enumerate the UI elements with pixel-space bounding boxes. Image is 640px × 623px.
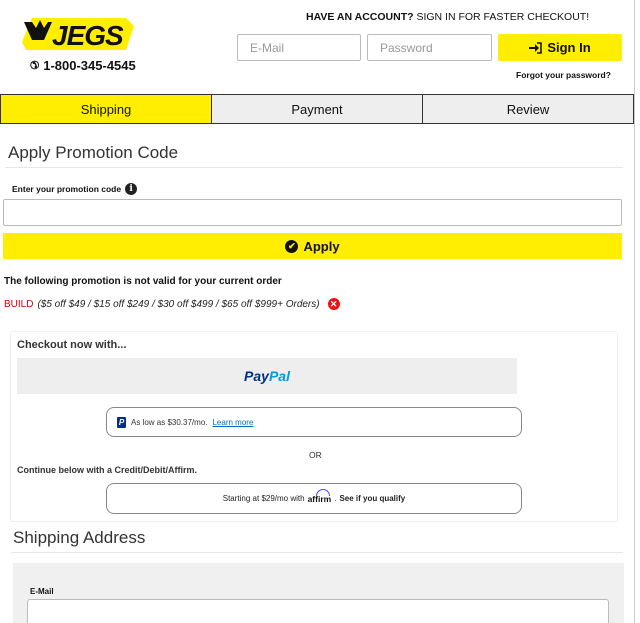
paypal-pal-text: Pal xyxy=(268,368,290,384)
affirm-qualify-link[interactable]: See if you qualify xyxy=(339,494,405,503)
shipping-address-title: Shipping Address xyxy=(13,528,146,547)
info-icon[interactable]: i xyxy=(125,183,138,195)
or-separator: OR xyxy=(309,450,322,460)
page-scrollbar[interactable] xyxy=(634,0,640,623)
divider xyxy=(11,552,623,553)
affirm-promo[interactable]: Starting at $29/mo with affirm. See if y… xyxy=(106,483,522,514)
paypal-icon: P xyxy=(117,416,126,428)
phone-number[interactable]: ✆ 1-800-345-4545 xyxy=(30,58,136,73)
shipping-email-label: E-Mail xyxy=(30,587,54,596)
paypal-button[interactable]: Pay Pal xyxy=(17,358,517,394)
learn-more-link[interactable]: Learn more xyxy=(212,418,253,427)
checkout-steps: Shipping Payment Review xyxy=(0,94,634,124)
logo-text: JEGS xyxy=(52,20,124,51)
paylater-text: As low as $30.37/mo. xyxy=(131,417,208,427)
account-prompt: HAVE AN ACCOUNT? SIGN IN FOR FASTER CHEC… xyxy=(306,11,589,23)
tab-shipping[interactable]: Shipping xyxy=(0,94,212,124)
promo-invalid-message: The following promotion is not valid for… xyxy=(4,276,282,287)
signin-label: Sign In xyxy=(547,40,591,55)
affirm-prefix: Starting at $29/mo with xyxy=(222,494,305,503)
jegs-logo[interactable]: JEGS xyxy=(22,16,136,52)
promo-label-text: Enter your promotion code xyxy=(12,184,122,194)
paypal-pay-text: Pay xyxy=(244,368,269,384)
promo-code: BUILD xyxy=(4,298,34,310)
phone-text: 1-800-345-4545 xyxy=(43,58,136,73)
continue-text: Continue below with a Credit/Debit/Affir… xyxy=(17,465,197,475)
affirm-arc-icon xyxy=(315,488,330,496)
promo-title: Apply Promotion Code xyxy=(8,143,179,162)
promo-code-input[interactable] xyxy=(3,199,622,226)
checkout-page: JEGS ✆ 1-800-345-4545 HAVE AN ACCOUNT? S… xyxy=(0,0,634,623)
signin-button[interactable]: Sign In xyxy=(498,34,622,61)
divider xyxy=(5,167,623,168)
phone-icon: ✆ xyxy=(30,60,40,72)
account-prompt-bold: HAVE AN ACCOUNT? xyxy=(306,11,414,23)
login-password-input[interactable] xyxy=(367,34,492,61)
promo-field-label: Enter your promotion code i xyxy=(12,183,138,195)
promo-description: ($5 off $49 / $15 off $249 / $30 off $49… xyxy=(37,298,320,310)
shipping-email-input[interactable] xyxy=(27,599,609,623)
affirm-logo: affirm xyxy=(308,488,331,504)
express-checkout-heading: Checkout now with... xyxy=(17,339,127,351)
apply-promo-button[interactable]: ✔ Apply xyxy=(3,233,622,259)
tab-review[interactable]: Review xyxy=(423,94,634,124)
remove-promo-icon[interactable]: ✕ xyxy=(327,298,340,310)
paypal-paylater-message: P As low as $30.37/mo. Learn more xyxy=(106,407,522,437)
login-email-input[interactable] xyxy=(237,34,361,61)
check-circle-icon: ✔ xyxy=(285,239,299,253)
sign-in-icon xyxy=(529,41,543,54)
tab-payment[interactable]: Payment xyxy=(212,94,423,124)
forgot-password-link[interactable]: Forgot your password? xyxy=(516,70,611,80)
account-prompt-rest: SIGN IN FOR FASTER CHECKOUT! xyxy=(413,11,590,23)
applied-promo: BUILD ($5 off $49 / $15 off $249 / $30 o… xyxy=(4,298,340,310)
apply-label: Apply xyxy=(303,238,340,254)
